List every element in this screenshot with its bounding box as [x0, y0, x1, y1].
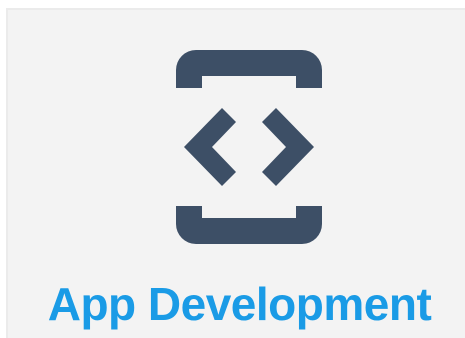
page: App Development — [0, 0, 465, 338]
mobile-code-icon — [176, 50, 322, 244]
card-title[interactable]: App Development — [8, 276, 465, 332]
service-card[interactable]: App Development — [6, 8, 465, 338]
